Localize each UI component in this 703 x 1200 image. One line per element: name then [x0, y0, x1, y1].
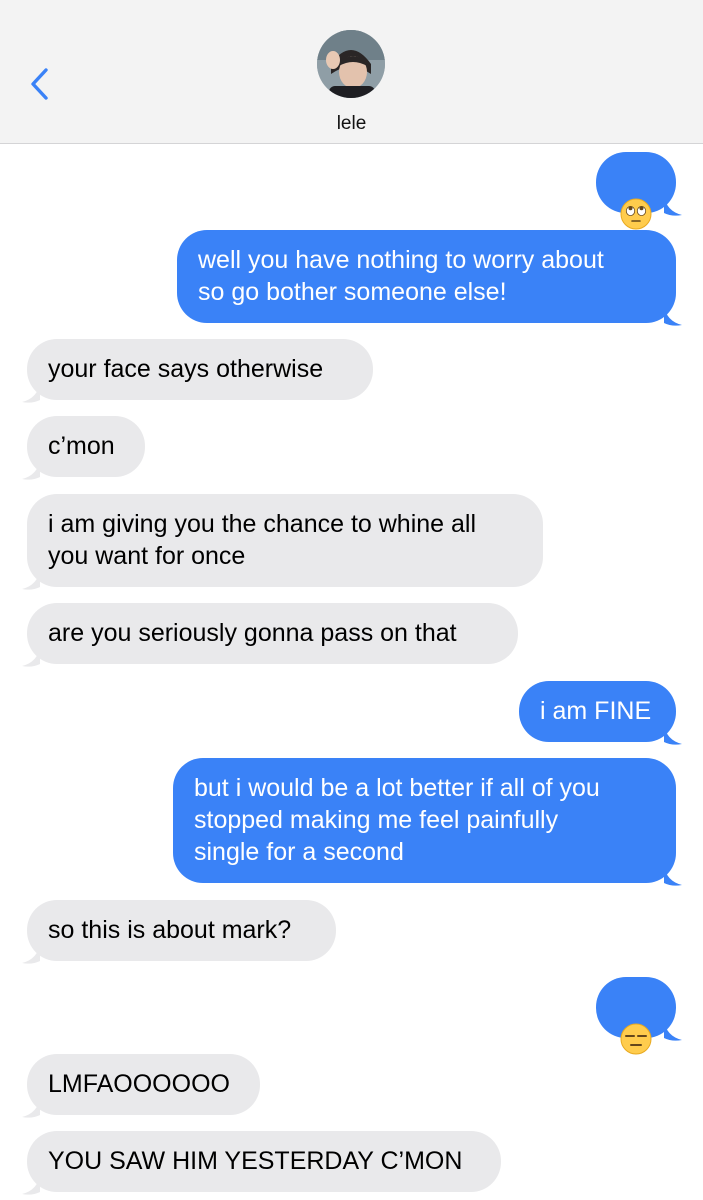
- message-bubble-received[interactable]: i am giving you the chance to whine all …: [27, 494, 543, 587]
- message-thread: well you have nothing to worry about so …: [0, 144, 703, 1200]
- conversation-header: lele: [0, 0, 703, 144]
- message-bubble-received[interactable]: c’mon: [27, 416, 145, 477]
- bubble-tail: [664, 865, 682, 886]
- bubble-tail: [22, 569, 40, 590]
- bubble-tail: [664, 305, 682, 326]
- bubble-tail: [664, 724, 682, 745]
- bubble-tail: [22, 646, 40, 667]
- message-bubble-received[interactable]: LMFAOOOOOO: [27, 1054, 260, 1115]
- message-bubble-sent[interactable]: well you have nothing to worry about so …: [177, 230, 676, 323]
- bubble-tail: [22, 459, 40, 480]
- message-bubble-received[interactable]: are you seriously gonna pass on that: [27, 603, 518, 664]
- contact-name[interactable]: lele: [0, 113, 703, 135]
- message-bubble-received[interactable]: YOU SAW HIM YESTERDAY C’MON: [27, 1131, 501, 1192]
- expressionless-face-icon: [620, 1023, 652, 1055]
- bubble-tail: [22, 1174, 40, 1195]
- bubble-tail: [22, 943, 40, 964]
- bubble-tail: [22, 1097, 40, 1118]
- bubble-tail: [664, 195, 682, 216]
- message-bubble-received[interactable]: your face says otherwise: [27, 339, 373, 400]
- bubble-tail: [664, 1020, 682, 1041]
- back-button[interactable]: [26, 64, 56, 104]
- message-bubble-sent[interactable]: i am FINE: [519, 681, 676, 742]
- face-with-rolling-eyes-icon: [620, 198, 652, 230]
- message-bubble-received[interactable]: so this is about mark?: [27, 900, 336, 961]
- contact-photo: [317, 30, 385, 98]
- bubble-tail: [22, 382, 40, 403]
- message-bubble-sent[interactable]: but i would be a lot better if all of yo…: [173, 758, 676, 883]
- chevron-left-icon: [31, 68, 48, 100]
- avatar[interactable]: [317, 30, 385, 98]
